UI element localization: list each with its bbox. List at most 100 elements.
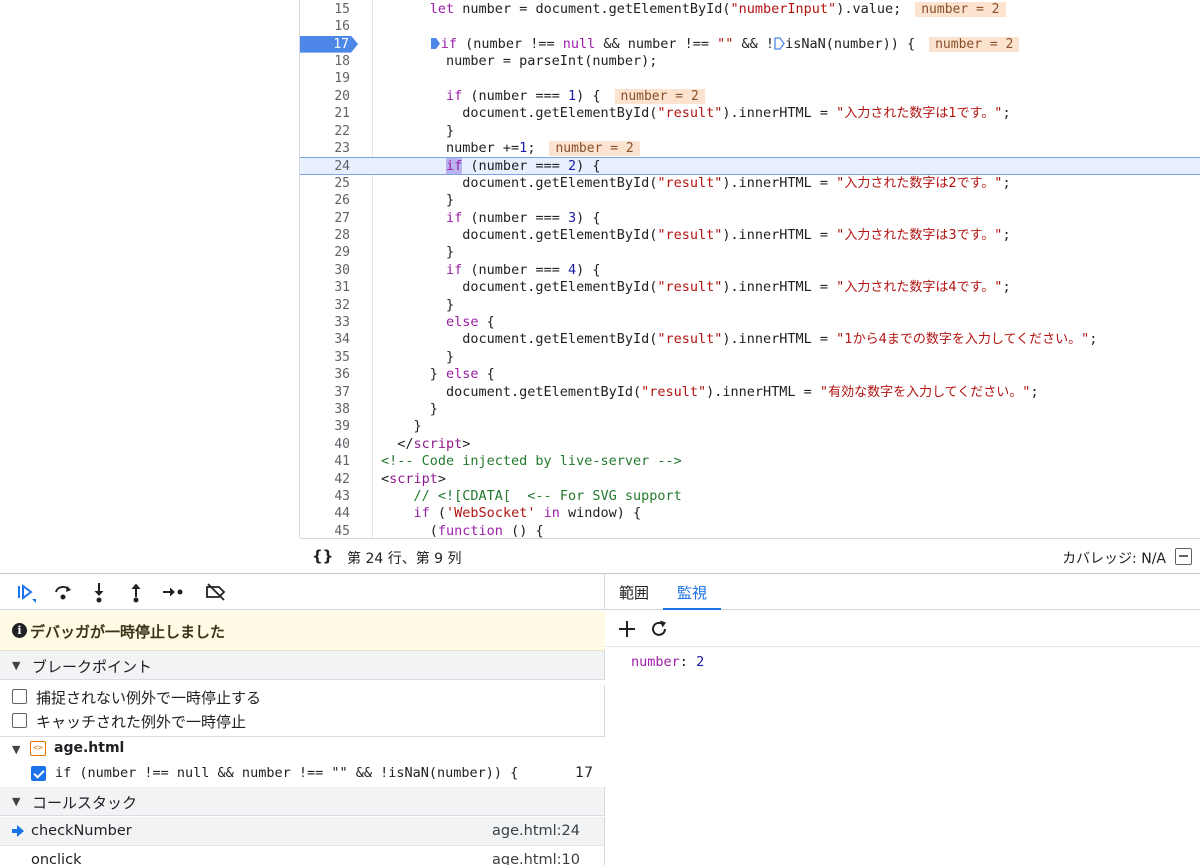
breakpoint-file-name: age.html (54, 740, 125, 756)
paused-banner: i デバッガが一時停止しました (0, 611, 605, 651)
code-line[interactable]: 25 document.getElementById("result").inn… (300, 175, 1200, 192)
line-number[interactable]: 28 (300, 227, 350, 244)
code-line[interactable]: 15 let number = document.getElementById(… (300, 1, 1200, 18)
line-number[interactable]: 40 (300, 436, 350, 453)
line-number[interactable]: 33 (300, 314, 350, 331)
watch-expression[interactable]: number: 2 (631, 654, 704, 670)
pause-caught-option[interactable]: キャッチされた例外で一時停止 (0, 709, 605, 733)
deactivate-breakpoints-icon[interactable] (203, 580, 229, 604)
add-expression-icon[interactable] (616, 618, 638, 640)
current-execution-line[interactable]: 24 if (number === 2) { (300, 157, 1200, 175)
code-line[interactable]: 21 document.getElementById("result").inn… (300, 105, 1200, 122)
code-line[interactable]: 18 number = parseInt(number); (300, 53, 1200, 70)
callstack-frame[interactable]: checkNumber age.html:24 (0, 817, 605, 846)
line-number[interactable]: 23 (300, 140, 350, 157)
code-line[interactable]: 42 <script> (300, 471, 1200, 488)
code-line[interactable]: 33 else { (300, 314, 1200, 331)
paused-message: デバッガが一時停止しました (30, 623, 226, 641)
line-number[interactable]: 22 (300, 123, 350, 140)
code-line[interactable]: 36 } else { (300, 366, 1200, 383)
line-number[interactable]: 41 (300, 453, 350, 470)
pretty-print-button[interactable]: {} (312, 547, 333, 565)
code-line[interactable]: 44 if ('WebSocket' in window) { (300, 505, 1200, 522)
code-line[interactable]: 26 } (300, 192, 1200, 209)
line-number[interactable]: 42 (300, 471, 350, 488)
line-number[interactable]: 34 (300, 331, 350, 348)
breakpoints-title: ブレークポイント (32, 658, 153, 676)
refresh-icon[interactable] (648, 618, 670, 640)
code-line[interactable]: 32 } (300, 297, 1200, 314)
code-line[interactable]: 22 } (300, 123, 1200, 140)
code-line[interactable]: 23 number +=1; number = 2 (300, 140, 1200, 157)
line-number[interactable]: 44 (300, 505, 350, 522)
code-line[interactable]: 28 document.getElementById("result").inn… (300, 227, 1200, 244)
step-icon[interactable] (160, 580, 186, 604)
line-number[interactable]: 19 (300, 70, 350, 87)
code-line[interactable]: 19 (300, 70, 1200, 87)
line-number[interactable]: 38 (300, 401, 350, 418)
line-number[interactable]: 27 (300, 210, 350, 227)
editor-status-bar: {} 第 24 行、第 9 列 カバレッジ: N/A (300, 538, 1200, 573)
code-line[interactable]: 35 } (300, 349, 1200, 366)
code-line[interactable]: 45 (function () { (300, 523, 1200, 538)
code-line[interactable]: 43 // <![CDATA[ <-- For SVG support (300, 488, 1200, 505)
line-number[interactable]: 39 (300, 418, 350, 435)
code-text: } (381, 348, 455, 365)
step-over-icon[interactable] (50, 580, 76, 604)
code-line[interactable]: 27 if (number === 3) { (300, 210, 1200, 227)
line-number[interactable]: 36 (300, 366, 350, 383)
breakpoint-enabled-checkbox[interactable] (31, 766, 46, 781)
line-number[interactable]: 29 (300, 244, 350, 261)
line-number[interactable]: 24 (300, 158, 350, 175)
breakpoints-section-header[interactable]: ▼ ブレークポイント (0, 651, 605, 680)
resume-icon[interactable] (12, 580, 38, 604)
line-number[interactable]: 21 (300, 105, 350, 122)
step-out-icon[interactable] (123, 580, 149, 604)
code-text: let number = document.getElementById("nu… (381, 1, 1006, 18)
tab-scope[interactable]: 範囲 (605, 574, 663, 610)
collapse-icon[interactable] (1175, 548, 1192, 565)
line-number[interactable]: 45 (300, 523, 350, 538)
callstack-location[interactable]: age.html:10 (492, 852, 580, 865)
code-line[interactable]: 38 } (300, 401, 1200, 418)
line-number[interactable]: 30 (300, 262, 350, 279)
code-line[interactable]: 20 if (number === 1) {number = 2 (300, 88, 1200, 105)
step-into-icon[interactable] (86, 580, 112, 604)
code-line[interactable]: 30 if (number === 4) { (300, 262, 1200, 279)
code-line[interactable]: 41 <!-- Code injected by live-server --> (300, 453, 1200, 470)
breakpoint-file-group[interactable]: ▼ <> age.html (0, 738, 605, 760)
callstack-section-header[interactable]: ▼ コールスタック (0, 787, 605, 816)
line-number[interactable]: 15 (300, 1, 350, 18)
tab-watch[interactable]: 監視 (663, 574, 722, 610)
code-text: </script> (381, 435, 471, 452)
code-line[interactable]: 31 document.getElementById("result").inn… (300, 279, 1200, 296)
code-editor[interactable]: 15 let number = document.getElementById(… (300, 0, 1200, 538)
code-text: if (number === 3) { (446, 209, 601, 226)
line-number[interactable]: 18 (300, 53, 350, 70)
line-number[interactable]: 16 (300, 18, 350, 35)
current-frame-arrow-icon (12, 825, 24, 837)
code-line[interactable]: 16 (300, 18, 1200, 35)
code-line[interactable]: 34 document.getElementById("result").inn… (300, 331, 1200, 348)
line-number[interactable]: 25 (300, 175, 350, 192)
breakpoint-line-number[interactable]: 17 (300, 35, 358, 53)
html-file-icon: <> (30, 741, 46, 756)
code-line[interactable]: 29 } (300, 244, 1200, 261)
breakpoint-entry[interactable]: if (number !== null && number !== "" && … (0, 762, 605, 786)
line-number[interactable]: 37 (300, 384, 350, 401)
pause-uncaught-option[interactable]: 捕捉されない例外で一時停止する (0, 685, 605, 709)
line-number[interactable]: 20 (300, 88, 350, 105)
pause-uncaught-checkbox[interactable] (12, 689, 27, 704)
line-number[interactable]: 31 (300, 279, 350, 296)
pause-caught-checkbox[interactable] (12, 713, 27, 728)
line-number[interactable]: 32 (300, 297, 350, 314)
line-number[interactable]: 43 (300, 488, 350, 505)
code-line[interactable]: 37 document.getElementById("result").inn… (300, 384, 1200, 401)
callstack-location[interactable]: age.html:24 (492, 823, 580, 839)
callstack-frame[interactable]: onclick age.html:10 (0, 846, 605, 865)
code-line[interactable]: 39 } (300, 418, 1200, 435)
line-number[interactable]: 35 (300, 349, 350, 366)
line-number[interactable]: 26 (300, 192, 350, 209)
code-line[interactable]: 17 if (number !== null && number !== "" … (300, 35, 1200, 53)
code-line[interactable]: 40 </script> (300, 436, 1200, 453)
